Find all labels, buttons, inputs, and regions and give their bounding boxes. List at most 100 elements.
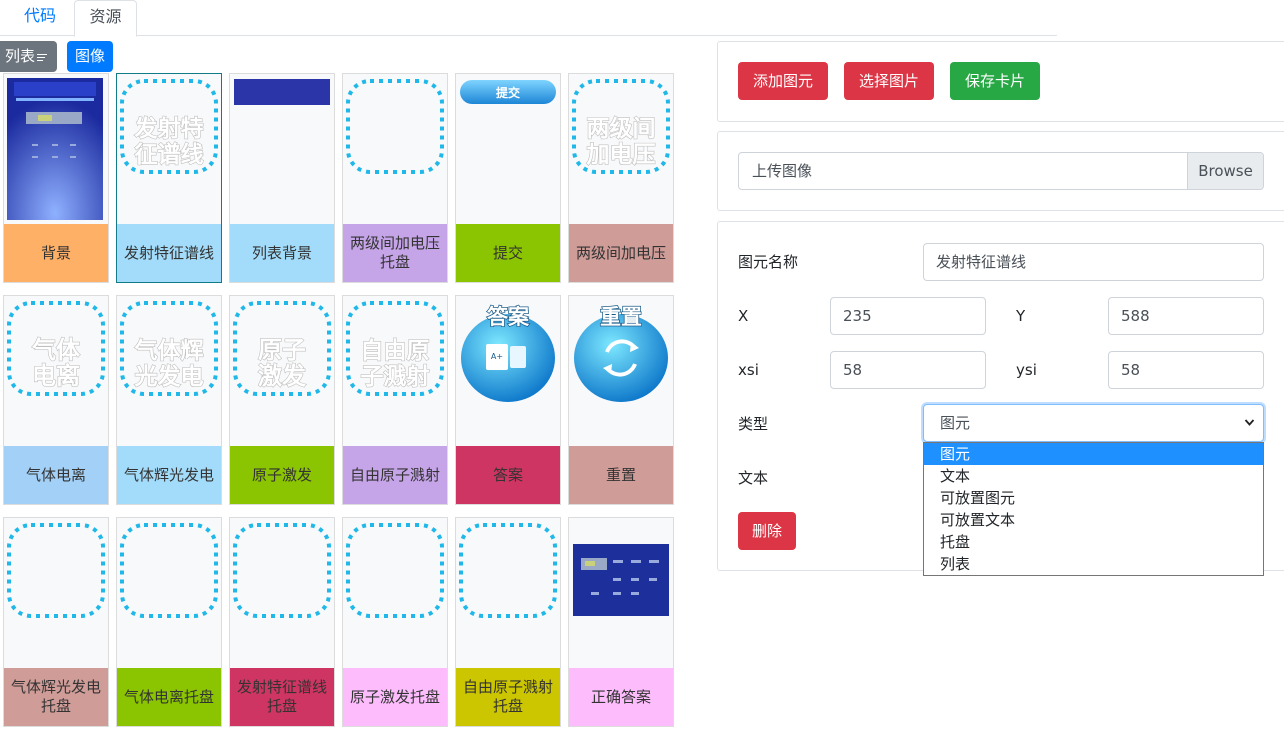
resource-thumbnail: 气体 电离 bbox=[4, 296, 108, 446]
resource-card[interactable]: 答案 A+ 答案 bbox=[455, 295, 561, 505]
type-option[interactable]: 图元 bbox=[924, 443, 1263, 465]
ysi-input[interactable]: 58 bbox=[1108, 351, 1264, 389]
resource-label: 发射特征谱线 bbox=[117, 224, 221, 282]
tab-bar: 代码 资源 bbox=[0, 0, 1057, 37]
resource-card[interactable]: 两级间加电压托盘 bbox=[342, 73, 448, 283]
type-option[interactable]: 可放置图元 bbox=[924, 487, 1263, 509]
resource-card[interactable]: 背景 bbox=[3, 73, 109, 283]
resource-thumbnail: 答案 A+ bbox=[456, 296, 560, 446]
resource-thumbnail bbox=[4, 74, 108, 224]
resource-thumbnail: 气体辉 光发电 bbox=[117, 296, 221, 446]
type-option[interactable]: 列表 bbox=[924, 553, 1263, 575]
type-dropdown-list: 图元 文本 可放置图元 可放置文本 托盘 列表 bbox=[923, 442, 1264, 576]
resource-card[interactable]: 列表背景 bbox=[229, 73, 335, 283]
svg-text:电离: 电离 bbox=[32, 362, 80, 390]
svg-text:重置: 重置 bbox=[600, 305, 642, 329]
resource-card[interactable]: 提交 提交 bbox=[455, 73, 561, 283]
y-label: Y bbox=[1016, 307, 1026, 325]
resource-card[interactable]: 重置 重置 bbox=[568, 295, 674, 505]
svg-text:气体: 气体 bbox=[31, 336, 81, 364]
resource-label: 两级间加电压托盘 bbox=[343, 224, 447, 282]
resource-label: 答案 bbox=[456, 446, 560, 504]
resource-card[interactable]: 发射特 征谱线 发射特征谱线 bbox=[116, 73, 222, 283]
svg-text:子溅射: 子溅射 bbox=[361, 363, 430, 390]
type-select-value: 图元 bbox=[940, 414, 971, 432]
resource-label: 提交 bbox=[456, 224, 560, 282]
y-input[interactable]: 588 bbox=[1108, 297, 1264, 335]
resource-thumbnail: 提交 bbox=[456, 74, 560, 224]
list-icon bbox=[37, 52, 48, 63]
svg-text:A+: A+ bbox=[491, 352, 503, 361]
resource-thumbnail bbox=[230, 74, 334, 224]
delete-button[interactable]: 删除 bbox=[738, 512, 796, 550]
list-view-label: 列表 bbox=[5, 47, 36, 65]
resource-card[interactable]: 气体辉光发电托盘 bbox=[3, 517, 109, 727]
resource-thumbnail bbox=[456, 518, 560, 668]
xsi-label: xsi bbox=[738, 361, 759, 379]
resource-label: 背景 bbox=[4, 224, 108, 282]
resource-label: 正确答案 bbox=[569, 668, 673, 726]
resource-label: 自由原子溅射托盘 bbox=[456, 668, 560, 726]
resource-card[interactable]: 气体电离托盘 bbox=[116, 517, 222, 727]
resource-thumbnail bbox=[343, 74, 447, 224]
resource-label: 两级间加电压 bbox=[569, 224, 673, 282]
resource-thumbnail: 重置 bbox=[569, 296, 673, 446]
resource-label: 原子激发 bbox=[230, 446, 334, 504]
svg-text:征谱线: 征谱线 bbox=[135, 141, 204, 168]
tab-resources[interactable]: 资源 bbox=[74, 0, 137, 37]
resource-thumbnail: 发射特 征谱线 bbox=[117, 74, 221, 224]
svg-text:提交: 提交 bbox=[496, 85, 520, 100]
resource-card[interactable]: 气体辉 光发电 气体辉光发电 bbox=[116, 295, 222, 505]
svg-text:原子: 原子 bbox=[258, 336, 306, 364]
resource-thumbnail bbox=[569, 518, 673, 668]
upload-label: 上传图像 bbox=[752, 162, 813, 180]
resource-thumbnail bbox=[230, 518, 334, 668]
resource-card[interactable]: 发射特征谱线托盘 bbox=[229, 517, 335, 727]
resource-card[interactable]: 原子 激发 原子激发 bbox=[229, 295, 335, 505]
svg-text:光发电: 光发电 bbox=[134, 363, 204, 390]
resource-label: 原子激发托盘 bbox=[343, 668, 447, 726]
resource-card[interactable]: 自由原 子溅射 自由原子溅射 bbox=[342, 295, 448, 505]
resource-thumbnail bbox=[343, 518, 447, 668]
ysi-label: ysi bbox=[1016, 361, 1037, 379]
type-option[interactable]: 文本 bbox=[924, 465, 1263, 487]
type-label: 类型 bbox=[738, 415, 769, 433]
add-element-button[interactable]: 添加图元 bbox=[738, 62, 828, 100]
text-label: 文本 bbox=[738, 469, 769, 487]
type-option[interactable]: 托盘 bbox=[924, 531, 1263, 553]
upload-image-input[interactable]: 上传图像 Browse bbox=[738, 152, 1264, 190]
upload-panel: 上传图像 Browse bbox=[717, 131, 1284, 211]
type-option[interactable]: 可放置文本 bbox=[924, 509, 1263, 531]
action-panel: 添加图元 选择图片 保存卡片 bbox=[717, 41, 1284, 122]
save-card-button[interactable]: 保存卡片 bbox=[950, 62, 1040, 100]
resource-card[interactable]: 两级间 加电压 两级间加电压 bbox=[568, 73, 674, 283]
x-input[interactable]: 235 bbox=[830, 297, 986, 335]
resource-label: 发射特征谱线托盘 bbox=[230, 668, 334, 726]
name-input[interactable]: 发射特征谱线 bbox=[923, 243, 1264, 281]
resource-card[interactable]: 自由原子溅射托盘 bbox=[455, 517, 561, 727]
resource-thumbnail: 原子 激发 bbox=[230, 296, 334, 446]
xsi-input[interactable]: 58 bbox=[830, 351, 986, 389]
resource-label: 气体电离托盘 bbox=[117, 668, 221, 726]
resource-thumbnail: 两级间 加电压 bbox=[569, 74, 673, 224]
tab-code[interactable]: 代码 bbox=[10, 0, 70, 36]
resource-label: 重置 bbox=[569, 446, 673, 504]
resource-label: 自由原子溅射 bbox=[343, 446, 447, 504]
resource-label: 气体辉光发电托盘 bbox=[4, 668, 108, 726]
svg-text:激发: 激发 bbox=[258, 362, 306, 390]
image-view-button[interactable]: 图像 bbox=[67, 41, 113, 72]
svg-text:加电压: 加电压 bbox=[586, 142, 656, 168]
resource-card[interactable]: 正确答案 bbox=[568, 517, 674, 727]
name-label: 图元名称 bbox=[738, 253, 799, 271]
svg-text:两级间: 两级间 bbox=[587, 115, 656, 142]
type-select[interactable]: 图元 bbox=[923, 404, 1264, 442]
resource-card[interactable]: 原子激发托盘 bbox=[342, 517, 448, 727]
browse-button[interactable]: Browse bbox=[1187, 153, 1263, 189]
choose-image-button[interactable]: 选择图片 bbox=[844, 62, 934, 100]
resource-label: 气体辉光发电 bbox=[117, 446, 221, 504]
svg-text:气体辉: 气体辉 bbox=[134, 337, 204, 364]
list-view-button[interactable]: 列表 bbox=[0, 41, 57, 72]
x-label: X bbox=[738, 307, 749, 325]
resource-card[interactable]: 气体 电离 气体电离 bbox=[3, 295, 109, 505]
svg-text:答案: 答案 bbox=[487, 305, 530, 329]
